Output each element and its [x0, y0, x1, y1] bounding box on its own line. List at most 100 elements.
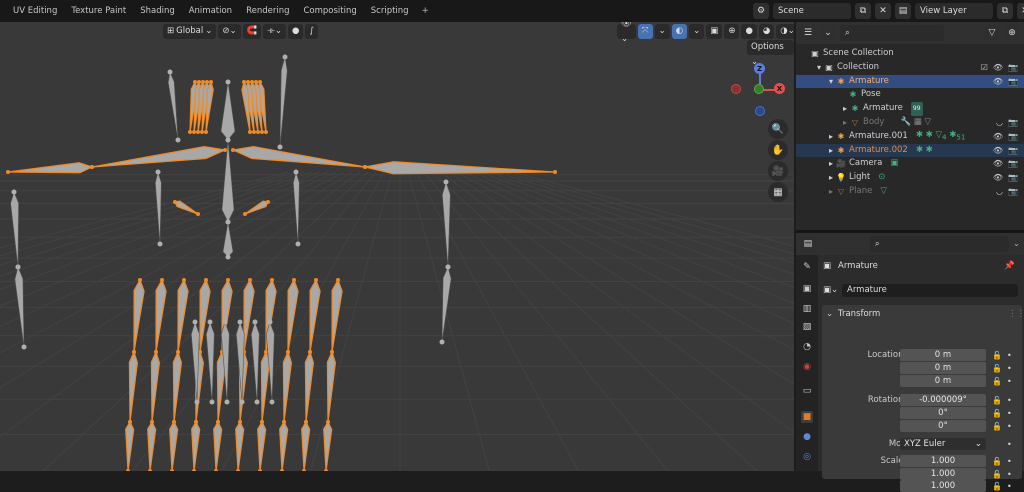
bone-joint[interactable]	[188, 130, 192, 134]
bone-joint[interactable]	[204, 130, 208, 134]
tab-rendering[interactable]: Rendering	[239, 0, 296, 22]
scale-x-field[interactable]: 1.000	[900, 454, 986, 468]
bone-joint[interactable]	[363, 165, 367, 169]
bone[interactable]	[257, 420, 267, 471]
lock-icon[interactable]: 🔓	[992, 409, 1002, 418]
outliner-search-input[interactable]: ⌕	[840, 25, 944, 41]
bone-joint[interactable]	[286, 350, 290, 354]
lock-icon[interactable]: 🔓	[992, 364, 1002, 373]
bone-joint[interactable]	[248, 130, 252, 134]
tab-texture-paint[interactable]: Texture Paint	[64, 0, 133, 22]
outliner-row-camera[interactable]: ▸ 🎥 Camera ▣ 👁 📷	[796, 157, 1024, 171]
tab-animation[interactable]: Animation	[182, 0, 239, 22]
tab-compositing[interactable]: Compositing	[296, 0, 363, 22]
bone-joint[interactable]	[197, 80, 201, 84]
view-layer-tab-icon[interactable]: ▧	[801, 321, 813, 333]
bone[interactable]	[331, 278, 343, 353]
scene-icon[interactable]: ⚙	[753, 3, 769, 19]
gizmo-y-axis[interactable]	[754, 84, 764, 94]
bone[interactable]	[147, 420, 157, 471]
rendered-shading-icon[interactable]: ◑⌄	[776, 24, 794, 39]
bone[interactable]	[304, 350, 315, 423]
bone-joint[interactable]	[252, 319, 258, 325]
bone-joint[interactable]	[260, 130, 264, 134]
bone-joint[interactable]	[439, 339, 445, 345]
bone[interactable]	[250, 321, 260, 403]
bone[interactable]	[222, 221, 234, 258]
bone-joint[interactable]	[445, 264, 451, 270]
bone[interactable]	[169, 420, 179, 471]
bone-joint[interactable]	[248, 278, 252, 282]
world-tab-icon[interactable]: ◉	[801, 361, 813, 373]
bone-joint[interactable]	[260, 420, 264, 424]
bone-joint[interactable]	[225, 137, 231, 143]
gizmo-neg-x-axis[interactable]	[731, 84, 741, 94]
camera-view-icon[interactable]: 🎥	[768, 161, 788, 181]
bone-joint[interactable]	[128, 420, 132, 424]
add-workspace-button[interactable]: +	[416, 6, 435, 16]
expand-arrow-icon[interactable]: ▸	[840, 102, 850, 116]
keyframe-dot-icon[interactable]: •	[1007, 396, 1012, 405]
eye-closed-icon[interactable]: ◡	[996, 116, 1003, 130]
bone[interactable]	[364, 161, 556, 175]
bone[interactable]	[323, 420, 333, 471]
eye-icon[interactable]: 👁	[993, 130, 1003, 144]
new-view-layer-icon[interactable]: ⧉	[997, 3, 1013, 19]
data-name-field[interactable]: Armature	[842, 283, 1018, 297]
render-tab-icon[interactable]: ▣	[801, 283, 813, 295]
bone-joint[interactable]	[250, 80, 254, 84]
bone-joint[interactable]	[223, 148, 227, 152]
bone-joint[interactable]	[160, 278, 164, 282]
expand-arrow-icon[interactable]: ▾	[814, 61, 824, 75]
bone-joint[interactable]	[194, 420, 198, 424]
object-tab-icon[interactable]: ■	[801, 411, 813, 423]
bone-joint[interactable]	[553, 170, 557, 174]
bone[interactable]	[260, 350, 271, 423]
bone-joint[interactable]	[224, 399, 230, 405]
bone-joint[interactable]	[176, 350, 180, 354]
transform-header[interactable]: ⌄ Transform ⋮⋮	[818, 307, 1024, 321]
filter-icon[interactable]: ▽	[984, 25, 1000, 41]
bone[interactable]	[177, 278, 189, 353]
bone-joint[interactable]	[207, 319, 213, 325]
camera-icon[interactable]: 📷	[1008, 61, 1018, 75]
lock-icon[interactable]: 🔓	[992, 351, 1002, 360]
bone-joint[interactable]	[21, 344, 27, 350]
bone-joint[interactable]	[201, 80, 205, 84]
bone[interactable]	[220, 81, 236, 141]
bone-joint[interactable]	[443, 179, 449, 185]
bone-joint[interactable]	[132, 350, 136, 354]
tool-tab-icon[interactable]: ✎	[801, 261, 813, 273]
bone[interactable]	[191, 420, 201, 471]
outliner-row-armature[interactable]: ▾ ✱ Armature 👁 📷	[796, 74, 1024, 89]
material-shading-icon[interactable]: ◕	[758, 24, 775, 39]
bone-joint[interactable]	[204, 278, 208, 282]
bone-joint[interactable]	[326, 420, 330, 424]
bone[interactable]	[287, 278, 299, 353]
remove-view-layer-icon[interactable]: ✕	[1017, 3, 1024, 19]
bone[interactable]	[128, 350, 139, 423]
outliner-row-armature-002[interactable]: ▸ ✱ Armature.002 ✱ ✱ 👁 📷	[796, 143, 1024, 158]
eye-icon[interactable]: 👁	[993, 75, 1003, 89]
bone[interactable]	[205, 321, 215, 403]
bone-joint[interactable]	[172, 420, 176, 424]
expand-arrow-icon[interactable]: ▸	[840, 116, 850, 130]
bone[interactable]	[441, 180, 451, 268]
bone-joint[interactable]	[225, 219, 231, 225]
bone[interactable]	[167, 70, 179, 141]
bone-joint[interactable]	[225, 254, 231, 260]
proportional-edit-button[interactable]: ●	[288, 24, 304, 39]
keyframe-dot-icon[interactable]: •	[1007, 457, 1012, 466]
expand-arrow-icon[interactable]: ▸	[826, 130, 836, 144]
bone[interactable]	[279, 420, 289, 471]
bone-joint[interactable]	[209, 80, 213, 84]
gizmo-x-axis[interactable]: X	[774, 83, 785, 94]
bone[interactable]	[230, 145, 366, 168]
bone-joint[interactable]	[264, 130, 268, 134]
eye-icon[interactable]: 👁	[993, 171, 1003, 185]
options-button[interactable]: Options ⌄	[747, 40, 794, 67]
lock-icon[interactable]: 🔓	[992, 422, 1002, 431]
bone-joint[interactable]	[243, 212, 247, 216]
bone[interactable]	[326, 350, 337, 423]
bone-joint[interactable]	[267, 319, 273, 325]
